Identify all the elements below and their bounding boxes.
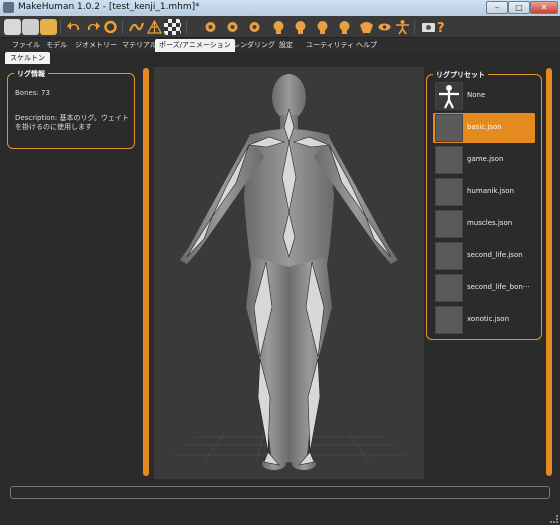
rig-thumbnail <box>435 242 463 270</box>
rig-item-label: second_life_bon··· <box>467 283 530 291</box>
window-title: MakeHuman 1.0.2 - [test_kenji_1.mhm]* <box>18 2 200 12</box>
rig-item-label: game.json <box>467 155 504 163</box>
tab-geometry[interactable]: ジオメトリー <box>71 39 121 52</box>
title-bar: MakeHuman 1.0.2 - [test_kenji_1.mhm]* – … <box>0 0 560 16</box>
status-bar <box>10 486 550 499</box>
front-view-icon[interactable] <box>202 19 219 35</box>
bottom-view-icon[interactable] <box>314 19 331 35</box>
rig-info-title: リグ情報 <box>14 69 48 79</box>
rig-item-label: basic.json <box>467 123 502 131</box>
left-panel: リグ情報 Bones: 73 Description: 基本のリグ。ウェイトを掛… <box>4 64 144 482</box>
new-icon[interactable] <box>4 19 21 35</box>
tab-rendering[interactable]: レンダリング <box>229 39 279 52</box>
rig-item-second-life[interactable]: second_life.json <box>433 241 535 271</box>
tab-model[interactable]: モデル <box>42 39 71 52</box>
bones-count: Bones: 73 <box>15 89 50 97</box>
save-icon[interactable] <box>22 19 39 35</box>
tab-settings[interactable]: 設定 <box>275 39 297 52</box>
left-splitter[interactable] <box>143 68 149 476</box>
reset-camera-icon[interactable] <box>336 19 353 35</box>
rig-item-label: None <box>467 91 486 99</box>
tab-help[interactable]: ヘルプ <box>352 39 381 52</box>
app-icon <box>3 2 14 13</box>
tab-file[interactable]: ファイル <box>8 39 44 52</box>
top-view-icon[interactable] <box>292 19 309 35</box>
smooth-icon[interactable] <box>128 19 145 35</box>
rig-item-label: second_life.json <box>467 251 523 259</box>
rig-thumbnail <box>435 210 463 238</box>
undo-icon[interactable] <box>66 19 83 35</box>
rig-item-basic[interactable]: basic.json <box>433 113 535 143</box>
rig-item-humanik[interactable]: humanik.json <box>433 177 535 207</box>
maximize-button[interactable]: □ <box>508 1 530 14</box>
eye-icon[interactable] <box>376 19 393 35</box>
main-tabs: ファイル モデル ジオメトリー マテリアル ポーズ/アニメーション レンダリング… <box>0 38 560 52</box>
rig-thumbnail <box>435 146 463 174</box>
rig-item-game[interactable]: game.json <box>433 145 535 175</box>
reset-icon[interactable] <box>102 19 119 35</box>
background-icon[interactable] <box>164 19 181 35</box>
main-content: リグ情報 Bones: 73 Description: 基本のリグ。ウェイトを掛… <box>4 64 556 482</box>
wireframe-icon[interactable] <box>146 19 163 35</box>
rig-item-muscles[interactable]: muscles.json <box>433 209 535 239</box>
rig-info-group: リグ情報 Bones: 73 Description: 基本のリグ。ウェイトを掛… <box>7 69 135 149</box>
rig-item-label: humanik.json <box>467 187 514 195</box>
rig-item-label: xonotic.json <box>467 315 510 323</box>
close-button[interactable]: ✕ <box>530 1 558 14</box>
right-view-icon[interactable] <box>270 19 287 35</box>
rig-presets-group: リグプリセット None basic.json game.json humani… <box>426 70 542 340</box>
window-bottom <box>0 505 560 525</box>
minimize-button[interactable]: – <box>486 1 508 14</box>
toolbar-separator <box>60 20 61 34</box>
left-view-icon[interactable] <box>246 19 263 35</box>
3d-viewport[interactable] <box>154 67 424 479</box>
sub-tabs: スケルトン <box>0 52 560 64</box>
right-splitter[interactable] <box>546 68 552 476</box>
export-icon[interactable] <box>40 19 57 35</box>
tab-skeleton[interactable]: スケルトン <box>5 52 50 64</box>
rig-item-none[interactable]: None <box>433 81 535 111</box>
rig-thumbnail <box>435 114 463 142</box>
toolbar-separator <box>186 20 187 34</box>
toolbar-separator <box>122 20 123 34</box>
redo-icon[interactable] <box>84 19 101 35</box>
back-view-icon[interactable] <box>224 19 241 35</box>
rig-thumbnail <box>435 306 463 334</box>
toolbar: ? <box>0 16 560 38</box>
help-icon[interactable]: ? <box>432 19 449 36</box>
pose-icon[interactable] <box>394 19 411 35</box>
rig-item-label: muscles.json <box>467 219 513 227</box>
rig-item-xonotic[interactable]: xonotic.json <box>433 305 535 335</box>
rig-thumbnail <box>435 178 463 206</box>
tab-pose-animation[interactable]: ポーズ/アニメーション <box>155 39 235 52</box>
rig-presets-title: リグプリセット <box>433 70 488 80</box>
rig-description: Description: 基本のリグ。ウェイトを掛けるのに使用します <box>15 114 129 131</box>
human-model-with-skeleton[interactable] <box>154 67 424 479</box>
skeleton-view-icon[interactable] <box>358 19 375 35</box>
rig-thumbnail <box>435 274 463 302</box>
tab-utilities[interactable]: ユーティリティ <box>302 39 358 52</box>
toolbar-separator <box>414 20 415 34</box>
resize-grip-icon[interactable] <box>550 515 558 523</box>
rig-item-second-life-bones[interactable]: second_life_bon··· <box>433 273 535 303</box>
svg-text:?: ? <box>437 21 445 35</box>
rig-thumbnail <box>435 82 463 110</box>
